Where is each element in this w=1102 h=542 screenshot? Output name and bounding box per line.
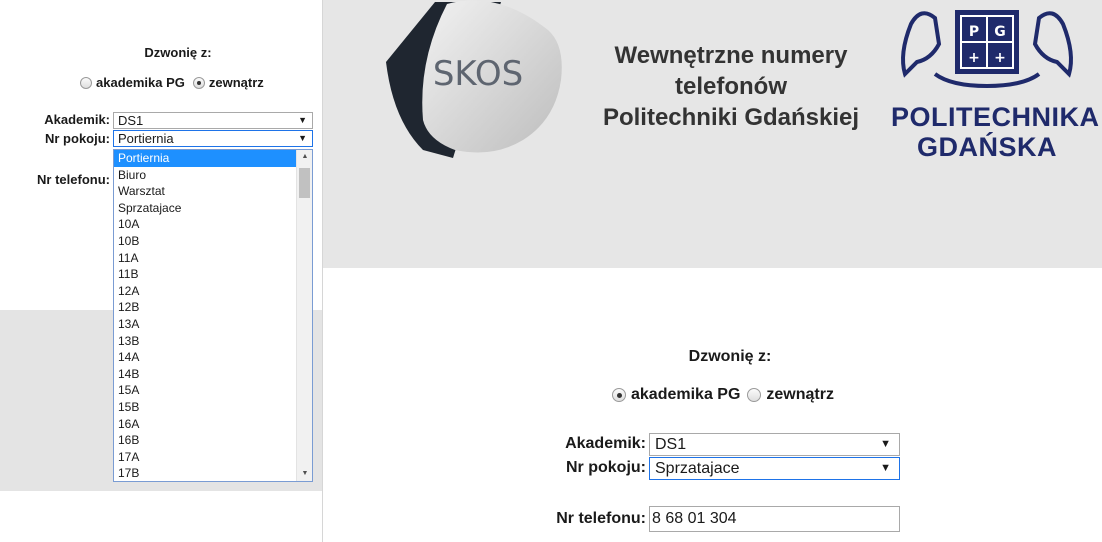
dropdown-option[interactable]: 12A bbox=[114, 283, 312, 300]
main-radio-academy[interactable]: akademika PG bbox=[612, 386, 740, 404]
dropdown-option[interactable]: 10B bbox=[114, 233, 312, 250]
dropdown-option[interactable]: 17B bbox=[114, 465, 312, 481]
dropdown-option[interactable]: 14B bbox=[114, 366, 312, 383]
svg-text:G: G bbox=[994, 24, 1006, 40]
pg-logo-line-1: POLITECHNIKA bbox=[891, 102, 1100, 132]
title-line-3: Politechniki Gdańskiej bbox=[602, 104, 860, 131]
scroll-down-arrow-icon[interactable]: ▼ bbox=[297, 467, 312, 481]
dropdown-option[interactable]: 11B bbox=[114, 266, 312, 283]
title-line-1: Wewnętrzne numery bbox=[614, 42, 848, 69]
dropdown-option[interactable]: 10A bbox=[114, 216, 312, 233]
pg-crest-icon: P G + + bbox=[901, 10, 1073, 89]
main-form-title: Dzwonię z: bbox=[688, 348, 772, 365]
page-title: Wewnętrzne numery telefonów Politechniki… bbox=[581, 40, 881, 133]
main-radio-academy-circle[interactable] bbox=[612, 388, 626, 402]
dropdown-option[interactable]: 11A bbox=[114, 250, 312, 267]
main-akademik-select[interactable]: DS1 ▼ bbox=[649, 433, 900, 456]
small-akademik-select[interactable]: DS1 ▼ bbox=[113, 112, 313, 129]
small-room-value: Portiernia bbox=[118, 131, 174, 146]
small-akademik-value: DS1 bbox=[118, 113, 144, 128]
svg-text:P: P bbox=[969, 24, 979, 40]
skos-logo-text: SKOS bbox=[433, 54, 523, 94]
dropdown-option[interactable]: 13A bbox=[114, 316, 312, 333]
dropdown-option[interactable]: 16A bbox=[114, 416, 312, 433]
dropdown-option[interactable]: 12B bbox=[114, 299, 312, 316]
chevron-down-icon: ▼ bbox=[880, 438, 891, 450]
chevron-down-icon: ▼ bbox=[298, 115, 307, 125]
chevron-down-icon: ▼ bbox=[298, 133, 307, 143]
pg-logo: P G + + POLITECHNIKA GDAŃSKA bbox=[891, 4, 1099, 162]
main-radio-outside-circle[interactable] bbox=[747, 388, 762, 402]
main-room-value: Sprzatajace bbox=[655, 460, 740, 477]
main-akademik-label: Akademik: bbox=[565, 435, 646, 452]
room-dropdown-list[interactable]: Portiernia Biuro Warsztat Sprzatajace 10A 10B… bbox=[113, 149, 313, 482]
small-radio-academy[interactable]: akademika PG bbox=[80, 75, 185, 90]
small-phone-label: Nr telefonu: bbox=[37, 172, 110, 187]
svg-text:+: + bbox=[994, 50, 1006, 66]
chevron-down-icon: ▼ bbox=[880, 462, 891, 474]
phone-number-field[interactable]: 8 68 01 304 bbox=[649, 506, 900, 532]
small-room-label: Nr pokoju: bbox=[45, 131, 110, 146]
room-dropdown-items: Portiernia Biuro Warsztat Sprzatajace 10A 10B… bbox=[114, 150, 312, 481]
dropdown-option[interactable]: 13B bbox=[114, 333, 312, 350]
main-phone-label: Nr telefonu: bbox=[556, 510, 646, 527]
dropdown-option[interactable]: 17A bbox=[114, 449, 312, 466]
small-akademik-label: Akademik: bbox=[44, 112, 110, 127]
small-form-title: Dzwonię z: bbox=[144, 45, 212, 60]
skos-logo: SKOS bbox=[386, 0, 562, 158]
dropdown-option[interactable]: Biuro bbox=[114, 167, 312, 184]
title-line-2: telefonów bbox=[675, 73, 787, 100]
small-radio-academy-circle[interactable] bbox=[80, 76, 92, 89]
scrollbar-thumb[interactable] bbox=[299, 168, 310, 198]
main-radio-outside-label: zewnątrz bbox=[766, 386, 834, 403]
main-akademik-value: DS1 bbox=[655, 436, 687, 453]
small-radio-outside[interactable]: zewnątrz bbox=[192, 75, 264, 90]
dropdown-option[interactable]: 15A bbox=[114, 382, 312, 399]
small-radio-outside-circle[interactable] bbox=[192, 76, 205, 89]
svg-text:+: + bbox=[968, 50, 980, 66]
small-radio-group: akademika PG zewnątrz bbox=[80, 75, 272, 90]
main-form-panel: Dzwonię z: akademika PG zewnątrz Akademi… bbox=[323, 268, 1102, 542]
small-radio-academy-label: akademika PG bbox=[96, 75, 185, 90]
main-radio-group: akademika PG zewnątrz bbox=[612, 386, 841, 404]
dropdown-option[interactable]: 15B bbox=[114, 399, 312, 416]
dropdown-scrollbar[interactable]: ▲ ▼ bbox=[296, 150, 312, 481]
pg-logo-line-2: GDAŃSKA bbox=[916, 132, 1057, 162]
dropdown-option[interactable]: Sprzatajace bbox=[114, 200, 312, 217]
page-header: SKOS Wewnętrzne numery telefonów Politec… bbox=[323, 0, 1102, 268]
small-room-select[interactable]: Portiernia ▼ bbox=[113, 130, 313, 147]
small-radio-outside-label: zewnątrz bbox=[208, 75, 264, 90]
main-radio-outside[interactable]: zewnątrz bbox=[747, 386, 834, 404]
scroll-up-arrow-icon[interactable]: ▲ bbox=[297, 150, 312, 164]
main-room-label: Nr pokoju: bbox=[566, 459, 646, 476]
main-radio-academy-label: akademika PG bbox=[631, 386, 741, 403]
left-white-area bbox=[0, 491, 322, 542]
dropdown-option[interactable]: Warsztat bbox=[114, 183, 312, 200]
main-room-select[interactable]: Sprzatajace ▼ bbox=[649, 457, 900, 480]
dropdown-option[interactable]: 14A bbox=[114, 349, 312, 366]
dropdown-option[interactable]: Portiernia bbox=[114, 150, 312, 167]
dropdown-option[interactable]: 16B bbox=[114, 432, 312, 449]
